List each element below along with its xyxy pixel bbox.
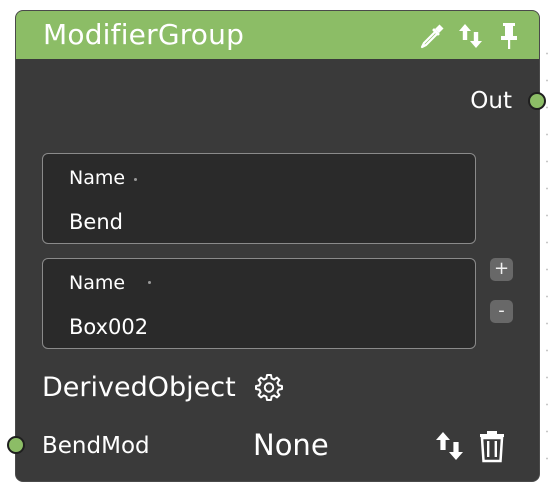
trash-icon[interactable] (475, 429, 509, 463)
swap-updown-icon[interactable] (433, 429, 467, 463)
field-value[interactable]: Box002 (69, 314, 148, 340)
add-item-button[interactable]: + (490, 258, 513, 281)
field-label: Name (69, 272, 126, 294)
output-port[interactable] (528, 92, 546, 110)
input-value: None (253, 428, 329, 462)
name-field-box002[interactable]: Name Box002 (42, 258, 476, 349)
eyedropper-icon[interactable] (417, 21, 447, 51)
input-label: BendMod (42, 433, 150, 459)
field-indicator-dot (148, 281, 151, 284)
pin-icon[interactable] (494, 21, 524, 51)
canvas-grid (546, 40, 548, 480)
remove-item-button[interactable]: - (490, 300, 513, 323)
node-title: ModifierGroup (43, 18, 245, 51)
modifier-group-node[interactable]: ModifierGroup Out Name Bend Name Box002 … (7, 10, 546, 482)
gear-icon[interactable] (254, 372, 284, 402)
output-label: Out (470, 88, 512, 114)
field-label: Name (69, 167, 126, 189)
section-title: DerivedObject (42, 372, 236, 403)
field-indicator-dot (134, 178, 137, 181)
name-field-bend[interactable]: Name Bend (42, 153, 476, 244)
node-header[interactable]: ModifierGroup (16, 11, 539, 59)
swap-updown-icon[interactable] (456, 21, 486, 51)
input-port[interactable] (7, 436, 25, 454)
node-editor-canvas: ModifierGroup Out Name Bend Name Box002 … (0, 0, 551, 492)
field-value[interactable]: Bend (69, 209, 123, 235)
